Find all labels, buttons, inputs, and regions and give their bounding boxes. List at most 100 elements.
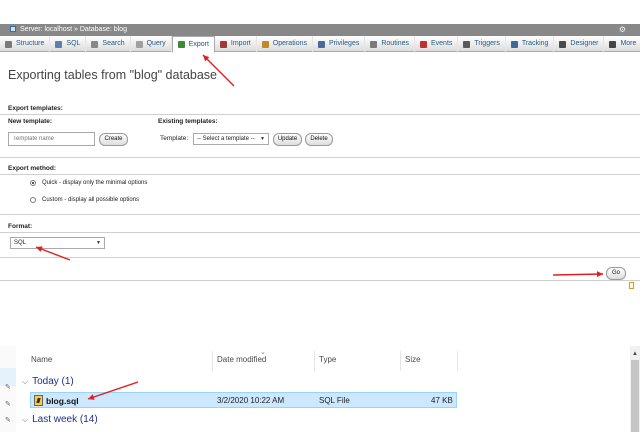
- tab-label[interactable]: SQL: [66, 36, 80, 52]
- template-select[interactable]: -- Select a template -- ▼: [193, 133, 269, 145]
- divider: [0, 257, 640, 258]
- tab-bar: Structure SQL Search Query Export Import Opera…: [0, 36, 640, 53]
- tab-sql[interactable]: SQL: [50, 36, 87, 52]
- column-separator[interactable]: [400, 351, 401, 371]
- page-title: Exporting tables from "blog" database: [8, 68, 217, 82]
- tab-label[interactable]: Routines: [381, 36, 409, 52]
- tracking-icon: [510, 40, 518, 48]
- go-button[interactable]: Go: [606, 267, 626, 280]
- divider: [0, 280, 640, 281]
- tab-label[interactable]: Privileges: [329, 36, 359, 52]
- more-icon: [609, 40, 617, 48]
- file-row-selected[interactable]: blog.sql 3/2/2020 10:22 AM SQL File 47 K…: [30, 392, 457, 408]
- existing-templates-label: Existing templates:: [158, 118, 218, 125]
- group-today-label[interactable]: Today (1): [32, 376, 74, 387]
- custom-export-label[interactable]: Custom - display all possible options: [42, 197, 139, 203]
- document-icon[interactable]: [629, 282, 634, 289]
- tab-import[interactable]: Import: [215, 36, 257, 52]
- format-select[interactable]: SQL ▼: [10, 237, 105, 249]
- chevron-down-icon[interactable]: ⌵: [22, 377, 28, 387]
- column-header-date-modified[interactable]: Date modified: [217, 355, 266, 364]
- screenshot-root: Server: localhost » Database: blog ⚙ Str…: [0, 0, 640, 432]
- tab-label[interactable]: Tracking: [522, 36, 549, 52]
- sql-icon: [55, 40, 63, 48]
- column-header-name[interactable]: Name: [31, 355, 52, 364]
- structure-icon: [5, 40, 12, 48]
- tab-designer[interactable]: Designer: [554, 36, 605, 52]
- tab-label[interactable]: More: [620, 36, 636, 52]
- routines-icon: [370, 40, 378, 48]
- tab-label[interactable]: Import: [231, 36, 251, 52]
- tab-label[interactable]: Triggers: [474, 36, 499, 52]
- pin-icon[interactable]: ✎: [5, 383, 11, 391]
- tab-label[interactable]: Search: [102, 36, 124, 52]
- operations-icon: [261, 40, 269, 48]
- server-icon: [10, 26, 16, 32]
- tab-label[interactable]: Events: [431, 36, 452, 52]
- export-method-heading: Export method:: [8, 165, 57, 172]
- pin-icon[interactable]: ✎: [5, 400, 11, 408]
- create-button[interactable]: Create: [99, 133, 128, 146]
- file-explorer-panel: ✎ ✎ ✎ ⌄ Name Date modified Type Size ⌵ To…: [0, 346, 640, 432]
- template-label: Template:: [160, 135, 189, 142]
- query-icon: [135, 40, 143, 48]
- custom-export-option[interactable]: Custom - display all possible options: [30, 197, 139, 203]
- column-separator[interactable]: [457, 351, 458, 371]
- format-select-value: SQL: [14, 240, 27, 246]
- new-template-label: New template:: [8, 118, 53, 125]
- tab-label[interactable]: Operations: [273, 36, 307, 52]
- quick-export-label[interactable]: Quick - display only the minimal options: [42, 180, 147, 186]
- group-today[interactable]: ⌵ Today (1): [22, 376, 74, 387]
- export-icon: [177, 41, 185, 48]
- search-icon: [91, 40, 99, 48]
- file-name[interactable]: blog.sql: [46, 396, 79, 406]
- tab-label[interactable]: Query: [147, 36, 166, 52]
- breadcrumb: Server: localhost » Database: blog ⚙: [0, 24, 640, 36]
- tab-operations[interactable]: Operations: [257, 36, 313, 52]
- tab-label[interactable]: Structure: [16, 36, 44, 52]
- chevron-down-icon[interactable]: ⌵: [22, 415, 28, 425]
- scrollbar-thumb[interactable]: [631, 360, 639, 432]
- tab-more[interactable]: More: [604, 36, 640, 52]
- group-last-week[interactable]: ⌵ Last week (14): [22, 414, 98, 425]
- delete-button[interactable]: Delete: [305, 133, 333, 146]
- chevron-down-icon: ▼: [260, 136, 265, 142]
- pin-icon[interactable]: ✎: [5, 416, 11, 424]
- file-size: 47 KB: [431, 396, 453, 405]
- tab-routines[interactable]: Routines: [365, 36, 415, 52]
- custom-export-radio[interactable]: [30, 197, 36, 203]
- column-separator[interactable]: [314, 351, 315, 371]
- template-select-value: -- Select a template --: [197, 136, 255, 142]
- chevron-down-icon: ▼: [96, 240, 101, 246]
- tab-search[interactable]: Search: [86, 36, 131, 52]
- template-name-input[interactable]: [8, 132, 95, 146]
- format-heading: Format:: [8, 223, 33, 230]
- gear-icon[interactable]: ⚙: [619, 24, 626, 36]
- group-last-week-label[interactable]: Last week (14): [32, 414, 98, 425]
- tab-query[interactable]: Query: [131, 36, 172, 52]
- quick-export-option[interactable]: Quick - display only the minimal options: [30, 180, 147, 186]
- tab-label[interactable]: Export: [189, 37, 209, 53]
- column-header-size[interactable]: Size: [405, 355, 421, 364]
- update-button[interactable]: Update: [273, 133, 302, 146]
- vertical-scrollbar[interactable]: ▲: [630, 346, 640, 432]
- tab-label[interactable]: Designer: [570, 36, 598, 52]
- breadcrumb-text[interactable]: Server: localhost » Database: blog: [20, 26, 127, 33]
- column-header-type[interactable]: Type: [319, 355, 336, 364]
- tab-export[interactable]: Export: [171, 36, 215, 53]
- file-type: SQL File: [319, 396, 350, 405]
- divider: [0, 214, 640, 215]
- scroll-up-icon[interactable]: ▲: [632, 351, 638, 357]
- column-separator[interactable]: [212, 351, 213, 371]
- tab-privileges[interactable]: Privileges: [313, 36, 366, 52]
- tab-events[interactable]: Events: [415, 36, 459, 52]
- tab-tracking[interactable]: Tracking: [506, 36, 555, 52]
- divider: [0, 114, 640, 115]
- triggers-icon: [463, 40, 471, 48]
- divider: [0, 232, 640, 233]
- quick-export-radio[interactable]: [30, 180, 36, 186]
- divider: [0, 174, 640, 175]
- tab-triggers[interactable]: Triggers: [458, 36, 506, 52]
- tab-structure[interactable]: Structure: [0, 36, 51, 52]
- divider: [0, 157, 640, 158]
